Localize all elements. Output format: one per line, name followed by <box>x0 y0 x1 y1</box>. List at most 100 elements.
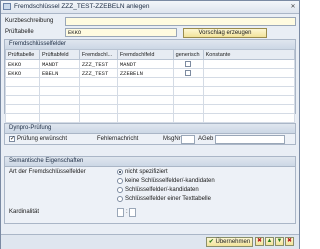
table-cell[interactable] <box>116 104 174 114</box>
table-cell[interactable] <box>116 77 174 87</box>
msgno-input[interactable] <box>181 135 195 144</box>
table-cell[interactable] <box>78 77 118 87</box>
table-cell[interactable] <box>202 86 296 96</box>
generic-checkbox[interactable] <box>185 61 192 68</box>
table-row[interactable] <box>5 104 296 114</box>
check-table-input[interactable]: EKKO <box>65 28 177 37</box>
table-cell[interactable] <box>38 95 80 105</box>
col-fk-field[interactable]: Fremdschlfeld <box>116 49 174 60</box>
short-desc-input[interactable] <box>65 17 296 26</box>
col-fk-table[interactable]: Fremdschl... <box>78 49 118 60</box>
radio-key-fields[interactable] <box>117 187 123 193</box>
table-cell[interactable] <box>172 104 204 114</box>
generic-cell[interactable] <box>172 68 204 78</box>
table-cell[interactable]: ZZEBELN <box>116 68 174 78</box>
table-cell[interactable] <box>172 86 204 96</box>
semantic-props-group: Semantische Eigenschaften Art der Fremds… <box>4 156 296 224</box>
cardinality-right-input[interactable] <box>129 208 136 217</box>
check-table-label: Prüftabelle <box>5 29 34 35</box>
dynpro-check-header: Dynpro-Prüfung <box>5 124 295 134</box>
table-cell[interactable] <box>5 113 40 123</box>
table-cell[interactable]: MANDT <box>116 59 174 69</box>
table-cell[interactable] <box>38 77 80 87</box>
close-icon[interactable]: ✕ <box>289 3 297 11</box>
generic-cell[interactable] <box>172 59 204 69</box>
short-desc-label: Kurzbeschreibung <box>5 18 54 24</box>
col-check-field[interactable]: Prüftabfeld <box>38 49 80 60</box>
down-icon[interactable]: ▼ <box>275 237 284 246</box>
table-cell[interactable] <box>202 95 296 105</box>
radio-not-specified[interactable] <box>117 169 123 175</box>
table-row[interactable]: EKKO EBELN ZZZ_TEST ZZEBELN <box>5 68 296 78</box>
error-message-label: Fehlernachricht <box>97 136 139 142</box>
table-cell[interactable]: ZZZ_TEST <box>78 59 118 69</box>
table-cell[interactable] <box>78 104 118 114</box>
cardinality-separator: : <box>126 209 128 215</box>
table-cell[interactable] <box>78 95 118 105</box>
fk-fields-group: Fremdschlüsselfelder Prüftabelle Prüftab… <box>4 39 296 123</box>
table-cell[interactable]: ZZZ_TEST <box>78 68 118 78</box>
table-row[interactable] <box>5 113 296 123</box>
cancel-icon[interactable]: ✖ <box>285 237 294 246</box>
table-cell[interactable]: EKKO <box>5 68 40 78</box>
table-cell[interactable] <box>202 113 296 123</box>
delete-icon[interactable]: ✖ <box>255 237 264 246</box>
aarea-label: AGeb <box>198 136 214 142</box>
title-bar[interactable]: Fremdschlüssel ZZZ_TEST-ZZEBELN anlegen … <box>1 1 299 14</box>
table-cell[interactable] <box>5 77 40 87</box>
table-cell[interactable] <box>116 95 174 105</box>
table-cell[interactable] <box>116 86 174 96</box>
radio-label: Schlüsselfelder einer Texttabelle <box>125 196 211 202</box>
table-cell[interactable] <box>202 68 296 78</box>
fk-table-header-row: Prüftabelle Prüftabfeld Fremdschl... Fre… <box>5 49 296 60</box>
col-check-table[interactable]: Prüftabelle <box>5 49 40 60</box>
table-cell[interactable] <box>38 86 80 96</box>
radio-label: keine Schlüsselfelder/-kandidaten <box>125 178 215 184</box>
dynpro-check-group: Dynpro-Prüfung ✓ Prüfung erwünscht Fehle… <box>4 123 296 145</box>
table-cell[interactable]: EKKO <box>5 59 40 69</box>
table-cell[interactable] <box>172 113 204 123</box>
table-cell[interactable]: MANDT <box>38 59 80 69</box>
check-desired-label: Prüfung erwünscht <box>17 136 68 142</box>
button-bar: ✔ Übernehmen ✖ ▲ ▼ ✖ <box>1 234 299 249</box>
cardinality-label: Kardinalität <box>9 209 40 215</box>
table-cell[interactable] <box>5 86 40 96</box>
radio-no-key-fields[interactable] <box>117 178 123 184</box>
table-cell[interactable] <box>172 77 204 87</box>
col-constant[interactable]: Konstante <box>202 49 296 60</box>
cardinality-left-input[interactable] <box>117 208 124 217</box>
generic-checkbox[interactable] <box>185 70 192 77</box>
msgno-label: MsgNr <box>163 136 181 142</box>
aarea-input[interactable] <box>215 135 285 144</box>
table-cell[interactable] <box>5 104 40 114</box>
window-icon <box>3 3 11 10</box>
table-cell[interactable] <box>202 104 296 114</box>
table-cell[interactable] <box>38 113 80 123</box>
col-generic[interactable]: generisch <box>172 49 204 60</box>
table-cell[interactable]: EBELN <box>38 68 80 78</box>
radio-label: nicht spezifiziert <box>125 169 168 175</box>
radio-label: Schlüsselfelder/-kandidaten <box>125 187 199 193</box>
table-cell[interactable] <box>116 113 174 123</box>
table-cell[interactable] <box>38 104 80 114</box>
ok-button[interactable]: ✔ Übernehmen <box>206 237 253 247</box>
ok-button-label: Übernehmen <box>215 239 251 245</box>
proposal-button[interactable]: Vorschlag erzeugen <box>183 28 267 38</box>
table-row[interactable]: EKKO MANDT ZZZ_TEST MANDT <box>5 59 296 69</box>
table-cell[interactable] <box>5 95 40 105</box>
radio-text-table-key[interactable] <box>117 196 123 202</box>
table-cell[interactable] <box>78 86 118 96</box>
dialog-window: Fremdschlüssel ZZZ_TEST-ZZEBELN anlegen … <box>0 0 300 249</box>
check-desired-checkbox[interactable]: ✓ <box>9 136 15 142</box>
table-cell[interactable] <box>202 59 296 69</box>
table-cell[interactable] <box>172 95 204 105</box>
fk-fields-table: Prüftabelle Prüftabfeld Fremdschl... Fre… <box>5 49 296 123</box>
fk-type-label: Art der Fremdschlüsselfelder <box>9 169 86 175</box>
table-row[interactable] <box>5 86 296 96</box>
table-row[interactable] <box>5 77 296 87</box>
table-cell[interactable] <box>78 113 118 123</box>
table-row[interactable] <box>5 95 296 105</box>
semantic-props-header: Semantische Eigenschaften <box>5 157 295 167</box>
up-icon[interactable]: ▲ <box>265 237 274 246</box>
table-cell[interactable] <box>202 77 296 87</box>
